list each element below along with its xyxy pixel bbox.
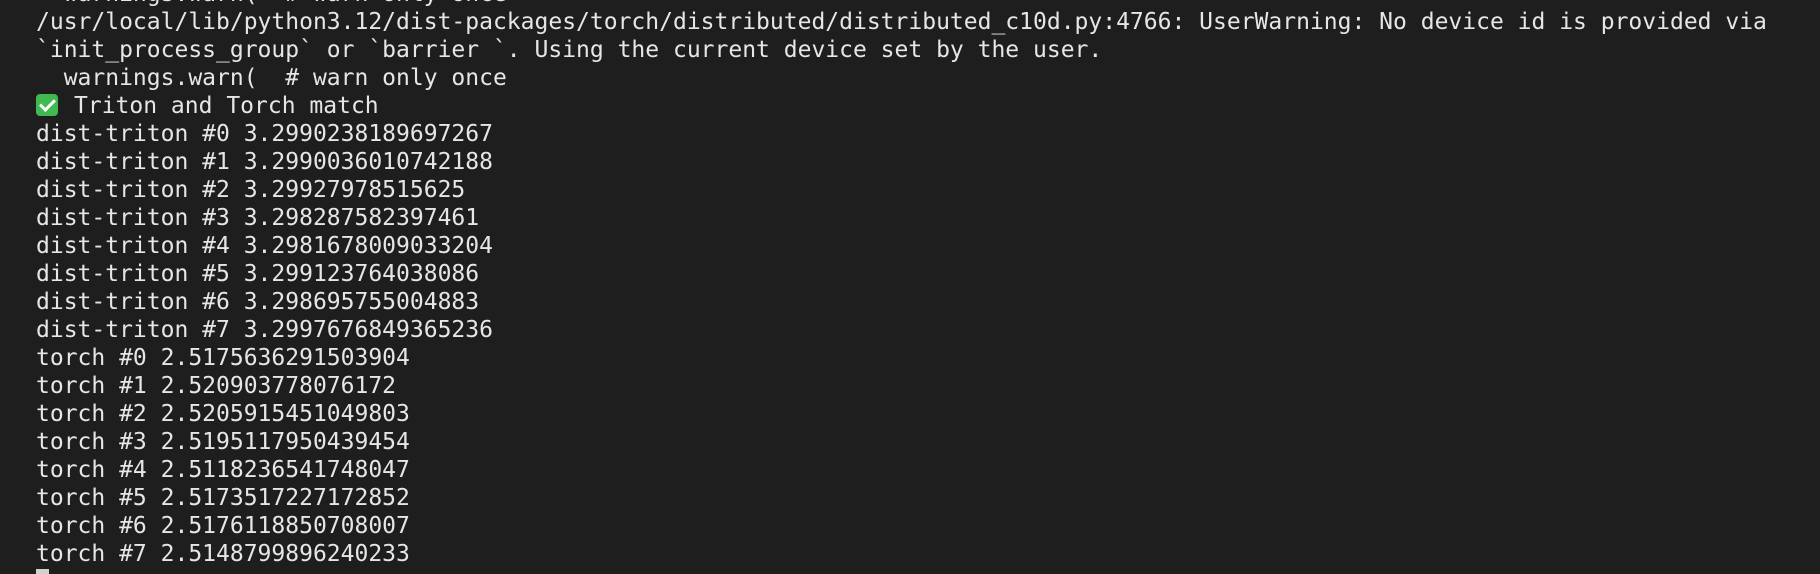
output-line-status: Triton and Torch match bbox=[36, 92, 1820, 120]
output-line: warnings.warn( # warn only once bbox=[36, 65, 507, 91]
output-line: dist-triton #0 3.2990238189697267 bbox=[36, 121, 493, 147]
output-line: torch #1 2.520903778076172 bbox=[36, 373, 397, 399]
output-line: torch #7 2.5148799896240233 bbox=[36, 541, 410, 567]
output-line: torch #0 2.5175636291503904 bbox=[36, 345, 410, 371]
terminal-window[interactable]: warnings.warn( # warn only once /usr/loc… bbox=[0, 0, 1820, 574]
output-line: torch #3 2.5195117950439454 bbox=[36, 429, 410, 455]
text-cursor bbox=[36, 569, 49, 574]
output-line: warnings.warn( # warn only once bbox=[36, 0, 1820, 8]
output-line: dist-triton #4 3.2981678009033204 bbox=[36, 233, 493, 259]
output-line: dist-triton #6 3.298695755004883 bbox=[36, 289, 480, 315]
status-message: Triton and Torch match bbox=[74, 93, 379, 119]
output-line: torch #5 2.5173517227172852 bbox=[36, 485, 410, 511]
check-mark-icon bbox=[36, 94, 58, 116]
output-line: `init_process_group` or `barrier `. Usin… bbox=[36, 37, 1103, 63]
output-line: torch #2 2.5205915451049803 bbox=[36, 401, 410, 427]
prompt-line[interactable] bbox=[36, 568, 1820, 574]
output-line: torch #6 2.5176118850708007 bbox=[36, 513, 410, 539]
output-line: torch #4 2.5118236541748047 bbox=[36, 457, 410, 483]
output-line: dist-triton #1 3.2990036010742188 bbox=[36, 149, 493, 175]
output-line: dist-triton #2 3.29927978515625 bbox=[36, 177, 466, 203]
output-line: /usr/local/lib/python3.12/dist-packages/… bbox=[36, 9, 1767, 35]
output-line: dist-triton #7 3.2997676849365236 bbox=[36, 317, 493, 343]
output-line: dist-triton #3 3.298287582397461 bbox=[36, 205, 480, 231]
output-line: dist-triton #5 3.299123764038086 bbox=[36, 261, 480, 287]
terminal-output: warnings.warn( # warn only once /usr/loc… bbox=[36, 0, 1820, 574]
